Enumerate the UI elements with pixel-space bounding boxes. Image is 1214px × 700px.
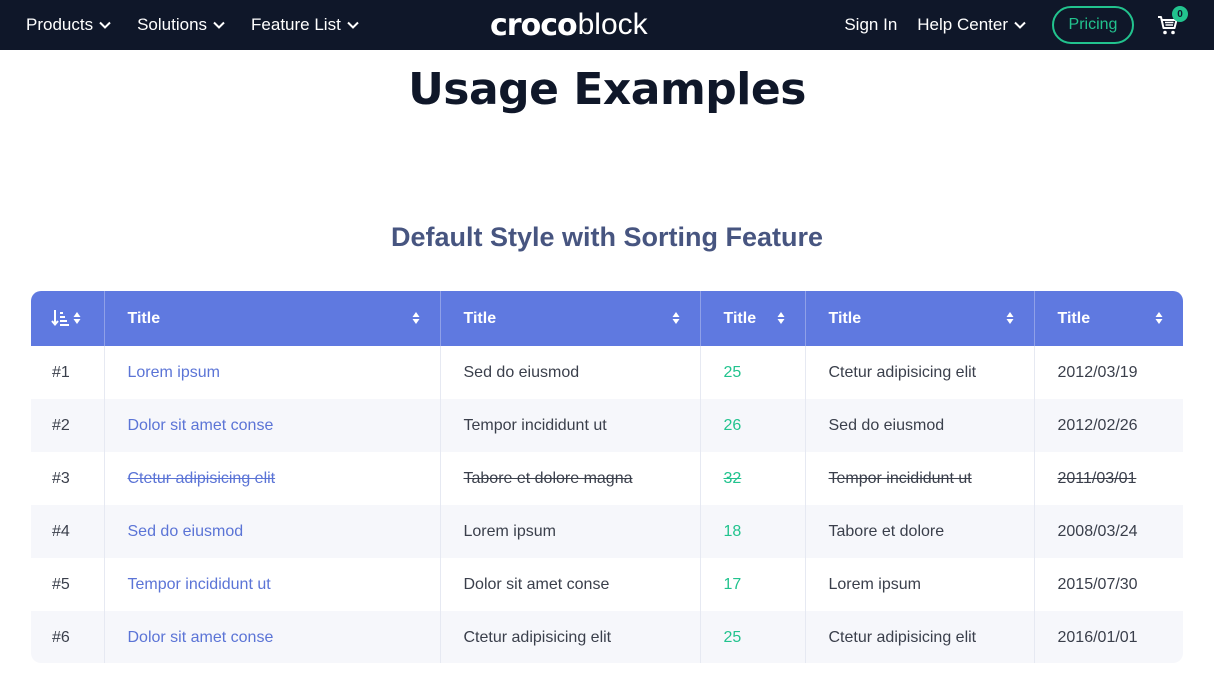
nav-item-label: Solutions bbox=[137, 15, 208, 34]
help-center-menu[interactable]: Help Center bbox=[917, 15, 1026, 35]
cell-number: 18 bbox=[699, 505, 805, 558]
cell-text: Tempor incididunt ut bbox=[439, 399, 700, 452]
column-header-title-1[interactable]: Title bbox=[103, 291, 440, 346]
sort-arrows-icon bbox=[777, 312, 784, 324]
cell-title-link[interactable]: Dolor sit amet conse bbox=[103, 399, 440, 452]
cell-date: 2012/03/19 bbox=[1033, 346, 1183, 399]
sortable-table: Title Title Title Title Title #1 Lorem i… bbox=[31, 291, 1183, 663]
logo-croco-text: croco bbox=[490, 7, 578, 43]
column-header-title-4[interactable]: Title bbox=[804, 291, 1034, 346]
cell-title-link[interactable]: Dolor sit amet conse bbox=[103, 611, 440, 663]
cell-index: #4 bbox=[31, 505, 104, 558]
crocoblock-logo[interactable]: croco block bbox=[490, 7, 648, 43]
nav-right: Sign In Help Center Pricing 0 bbox=[844, 0, 1214, 50]
logo-block-text: block bbox=[577, 8, 648, 41]
chevron-down-icon bbox=[347, 21, 359, 29]
column-header-title-3[interactable]: Title bbox=[699, 291, 805, 346]
cell-date: 2015/07/30 bbox=[1033, 558, 1183, 611]
cell-date: 2016/01/01 bbox=[1033, 611, 1183, 663]
sort-arrows-icon bbox=[412, 312, 419, 324]
column-header-label: Title bbox=[723, 309, 757, 327]
column-header-label: Title bbox=[828, 309, 862, 327]
nav-item-solutions[interactable]: Solutions bbox=[137, 15, 225, 35]
nav-item-products[interactable]: Products bbox=[26, 15, 111, 35]
nav-item-label: Products bbox=[26, 15, 94, 34]
nav-menu: Products Solutions Feature List bbox=[26, 0, 385, 50]
cell-text: Ctetur adipisicing elit bbox=[804, 611, 1034, 663]
table-row: #2 Dolor sit amet conse Tempor incididun… bbox=[31, 399, 1183, 452]
cell-number: 25 bbox=[699, 611, 805, 663]
column-header-title-2[interactable]: Title bbox=[439, 291, 700, 346]
nav-item-label: Feature List bbox=[251, 15, 341, 34]
table-row: #3 Ctetur adipisicing elit Tabore et dol… bbox=[31, 452, 1183, 505]
nav-item-feature-list[interactable]: Feature List bbox=[251, 15, 359, 35]
cell-text: Ctetur adipisicing elit bbox=[439, 611, 700, 663]
cell-number: 26 bbox=[699, 399, 805, 452]
column-header-label: Title bbox=[1057, 309, 1091, 327]
cell-number: 25 bbox=[699, 346, 805, 399]
sign-in-link[interactable]: Sign In bbox=[844, 15, 897, 35]
cell-index: #3 bbox=[52, 469, 70, 487]
cell-text: Tempor incididunt ut bbox=[804, 452, 1034, 505]
column-header-label: Title bbox=[127, 309, 161, 327]
cell-date: 2008/03/24 bbox=[1033, 505, 1183, 558]
sort-arrows-icon bbox=[73, 312, 81, 324]
chevron-down-icon bbox=[1014, 21, 1026, 29]
table-row: #4 Sed do eiusmod Lorem ipsum 18 Tabore … bbox=[31, 505, 1183, 558]
cell-date: 2011/03/01 bbox=[1033, 452, 1183, 505]
chevron-down-icon bbox=[213, 21, 225, 29]
cell-title-link[interactable]: Sed do eiusmod bbox=[103, 505, 440, 558]
pricing-button[interactable]: Pricing bbox=[1052, 6, 1134, 44]
cell-text: Sed do eiusmod bbox=[439, 346, 700, 399]
column-header-title-5[interactable]: Title bbox=[1033, 291, 1183, 346]
cell-text: Ctetur adipisicing elit bbox=[804, 346, 1034, 399]
cart-button[interactable]: 0 bbox=[1156, 6, 1188, 37]
table-row: #6 Dolor sit amet conse Ctetur adipisici… bbox=[31, 611, 1183, 663]
table-row: #5 Tempor incididunt ut Dolor sit amet c… bbox=[31, 558, 1183, 611]
cell-text: Dolor sit amet conse bbox=[439, 558, 700, 611]
cell-number: 32 bbox=[699, 452, 805, 505]
table-header-row: Title Title Title Title Title bbox=[31, 291, 1183, 346]
cell-index: #6 bbox=[31, 611, 104, 663]
page-title: Usage Examples bbox=[408, 64, 806, 115]
cell-text: Tabore et dolore magna bbox=[439, 452, 700, 505]
column-header-index[interactable] bbox=[31, 291, 104, 346]
cell-text: Tabore et dolore bbox=[804, 505, 1034, 558]
cart-count-badge: 0 bbox=[1172, 6, 1188, 22]
section-title: Default Style with Sorting Feature bbox=[390, 222, 824, 252]
cell-text: Lorem ipsum bbox=[804, 558, 1034, 611]
cell-text: Lorem ipsum bbox=[439, 505, 700, 558]
cell-title-link[interactable]: Lorem ipsum bbox=[103, 346, 440, 399]
top-navigation-bar: Products Solutions Feature List croco blo… bbox=[0, 0, 1214, 50]
help-center-label: Help Center bbox=[917, 15, 1008, 34]
cell-title-link[interactable]: Ctetur adipisicing elit bbox=[103, 452, 440, 505]
sort-amount-icon bbox=[51, 310, 69, 327]
cell-date: 2012/02/26 bbox=[1033, 399, 1183, 452]
cell-text: Sed do eiusmod bbox=[804, 399, 1034, 452]
sort-arrows-icon bbox=[672, 312, 679, 324]
sort-arrows-icon bbox=[1006, 312, 1013, 324]
cell-number: 17 bbox=[699, 558, 805, 611]
cell-title-link[interactable]: Tempor incididunt ut bbox=[103, 558, 440, 611]
cell-index: #1 bbox=[52, 363, 70, 381]
chevron-down-icon bbox=[99, 21, 111, 29]
table-row: #1 Lorem ipsum Sed do eiusmod 25 Ctetur … bbox=[31, 346, 1183, 399]
cell-index: #2 bbox=[31, 399, 104, 452]
cell-index: #5 bbox=[52, 575, 70, 593]
column-header-label: Title bbox=[463, 309, 497, 327]
sort-arrows-icon bbox=[1155, 312, 1163, 324]
